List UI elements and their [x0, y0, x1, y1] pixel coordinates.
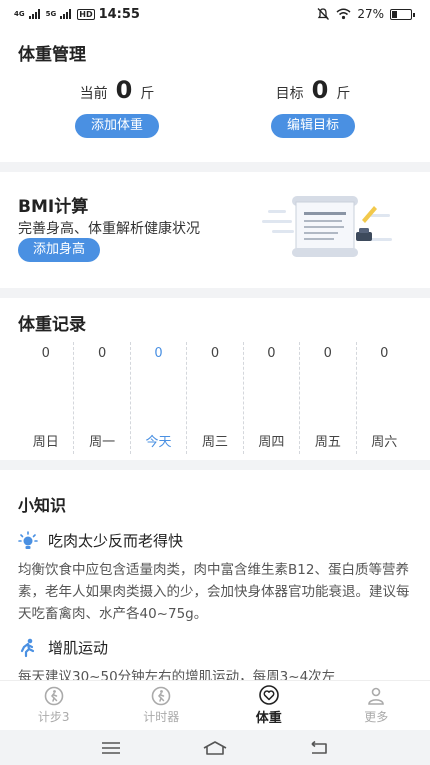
back-icon[interactable] — [308, 740, 330, 756]
battery-percent: 27% — [357, 7, 384, 21]
record-value: 0 — [41, 346, 50, 361]
tips-card: 小知识 吃肉太少反而老得快 均衡饮食中应包含适量肉类，肉中富含维生素B12、蛋白… — [0, 470, 430, 680]
tab-label: 体重 — [255, 711, 282, 726]
tip-body: 每天建议30~50分钟左右的增肌运动，每周3~4次左 — [18, 669, 336, 680]
record-value: 0 — [267, 346, 276, 361]
tab-timer[interactable]: 计时器 — [108, 681, 216, 730]
record-day-thu[interactable]: 0 周四 — [244, 342, 301, 454]
tip-title: 增肌运动 — [48, 639, 109, 657]
record-value: 0 — [97, 346, 107, 361]
current-label: 当前 — [79, 86, 108, 102]
record-day-label: 今天 — [145, 435, 172, 450]
add-weight-button[interactable]: 添加体重 — [74, 114, 159, 138]
tip-item: 增肌运动 每天建议30~50分钟左右的增肌运动，每周3~4次左 — [18, 637, 416, 680]
tip-head: 增肌运动 — [18, 637, 416, 658]
person-icon — [368, 687, 385, 705]
edit-target-button[interactable]: 编辑目标 — [270, 114, 355, 138]
record-value: 0 — [154, 346, 163, 361]
weight-management-card: 体重管理 当前 0 斤 添加体重 目标 0 斤 编辑目标 — [0, 28, 430, 162]
record-day-label: 周三 — [201, 435, 228, 450]
tip-head: 吃肉太少反而老得快 — [18, 530, 416, 551]
tab-more[interactable]: 更多 — [323, 681, 430, 730]
record-day-wed[interactable]: 0 周三 — [187, 342, 244, 454]
record-day-sat[interactable]: 0 周六 — [357, 342, 412, 454]
system-nav-bar — [0, 730, 430, 765]
record-day-sun[interactable]: 0 周日 — [18, 342, 75, 454]
bmi-subtitle: 完善身高、体重解析健康状况 — [18, 221, 200, 237]
bottom-tab-bar: 计步3 计时器 体重 更多 — [0, 680, 430, 730]
tab-label: 计时器 — [143, 710, 180, 724]
step-icon — [151, 686, 171, 706]
tip-item: 吃肉太少反而老得快 均衡饮食中应包含适量肉类，肉中富含维生素B12、蛋白质等营养… — [18, 530, 416, 625]
current-weight-section: 当前 0 斤 添加体重 — [37, 76, 197, 138]
network-5g-label: 5G — [45, 9, 57, 18]
record-day-fri[interactable]: 0 周五 — [300, 342, 357, 454]
battery-icon — [390, 8, 415, 20]
mute-icon — [317, 8, 330, 20]
target-weight-section: 目标 0 斤 编辑目标 — [233, 76, 393, 138]
target-weight-line: 目标 0 斤 — [233, 76, 393, 104]
record-day-mon[interactable]: 0 周一 — [74, 342, 131, 454]
record-value: 0 — [210, 346, 220, 361]
target-label: 目标 — [275, 86, 304, 102]
wifi-icon — [336, 8, 351, 20]
tab-weight[interactable]: 体重 — [215, 681, 323, 730]
add-height-button[interactable]: 添加身高 — [18, 238, 101, 262]
step-icon — [44, 686, 64, 706]
current-weight-line: 当前 0 斤 — [37, 76, 197, 104]
running-icon — [20, 638, 35, 657]
bmi-title: BMI计算 — [18, 197, 89, 217]
signal-icon — [28, 9, 40, 19]
weight-records-title: 体重记录 — [18, 315, 86, 335]
status-left: 4G 5G HD 14:55 — [14, 7, 140, 22]
document-illustration-icon — [262, 196, 392, 257]
weight-management-title: 体重管理 — [18, 45, 86, 65]
record-day-label: 周五 — [314, 435, 341, 450]
menu-icon[interactable] — [100, 741, 122, 755]
network-4g-label: 4G — [14, 9, 25, 18]
current-unit: 斤 — [140, 86, 155, 102]
record-day-label: 周一 — [89, 435, 116, 450]
bmi-card: BMI计算 完善身高、体重解析健康状况 添加身高 — [0, 172, 430, 288]
hd-badge: HD — [77, 8, 95, 20]
lightbulb-icon — [18, 530, 38, 549]
weight-records-card: 体重记录 0 周日 0 周一 0 今天 0 周三 0 周四 0 周五 0 周六 — [0, 298, 430, 460]
current-weight-value: 0 — [115, 76, 133, 104]
tips-title: 小知识 — [18, 496, 67, 515]
weight-record-days: 0 周日 0 周一 0 今天 0 周三 0 周四 0 周五 0 周六 — [18, 342, 412, 454]
tip-body: 均衡饮食中应包含适量肉类，肉中富含维生素B12、蛋白质等营养素，老年人如果肉类摄… — [18, 562, 410, 622]
status-right: 27% — [316, 7, 415, 21]
record-day-label: 周六 — [371, 435, 398, 450]
tab-label: 计步3 — [37, 710, 70, 724]
tab-step[interactable]: 计步3 — [0, 681, 108, 730]
target-unit: 斤 — [336, 86, 351, 102]
tip-title: 吃肉太少反而老得快 — [48, 532, 184, 550]
target-weight-value: 0 — [311, 76, 329, 104]
status-bar: 4G 5G HD 14:55 27% — [0, 0, 430, 28]
heart-icon — [258, 685, 279, 705]
record-value: 0 — [323, 346, 332, 361]
record-day-label: 周四 — [258, 435, 285, 450]
record-value: 0 — [380, 346, 389, 361]
record-day-label: 周日 — [32, 435, 59, 450]
tab-label: 更多 — [364, 710, 389, 724]
home-icon[interactable] — [202, 740, 228, 756]
status-time: 14:55 — [98, 6, 140, 22]
battery-fill — [392, 10, 397, 18]
signal-icon-2 — [60, 9, 72, 19]
record-day-today[interactable]: 0 今天 — [131, 342, 188, 454]
